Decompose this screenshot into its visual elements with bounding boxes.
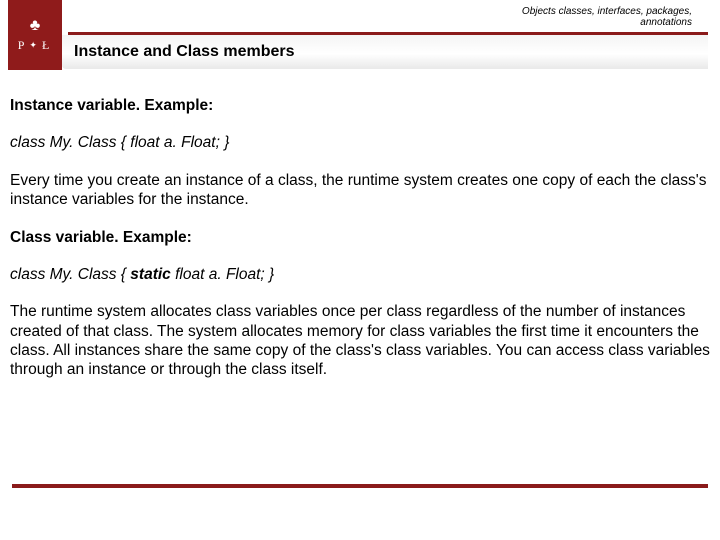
section2-heading: Class variable. Example:	[10, 228, 710, 247]
section2-code: class My. Class { static float a. Float;…	[10, 265, 710, 284]
breadcrumb-line2: annotations	[522, 17, 692, 28]
slide-header: Objects classes, interfaces, packages, a…	[0, 0, 720, 78]
section2-code-pre: class My. Class {	[10, 266, 130, 283]
title-bar: Instance and Class members	[62, 35, 708, 69]
section2-code-post: float a. Float; }	[171, 266, 274, 283]
logo-letters: P ✦ Ł	[18, 38, 53, 53]
section2-paragraph: The runtime system allocates class varia…	[10, 302, 710, 380]
breadcrumb: Objects classes, interfaces, packages, a…	[522, 6, 692, 28]
logo-letter-right: Ł	[42, 38, 52, 53]
footer-divider	[12, 484, 708, 488]
section1-heading: Instance variable. Example:	[10, 96, 710, 115]
slide-body: Instance variable. Example: class My. Cl…	[0, 78, 720, 408]
eagle-icon: ✦	[29, 40, 40, 51]
static-keyword: static	[130, 266, 171, 283]
flame-icon: ♣	[30, 18, 41, 34]
section1-code: class My. Class { float a. Float; }	[10, 133, 710, 152]
section1-paragraph: Every time you create an instance of a c…	[10, 171, 710, 210]
breadcrumb-line1: Objects classes, interfaces, packages,	[522, 6, 692, 17]
logo-letter-left: P	[18, 38, 28, 53]
university-logo: ♣ P ✦ Ł	[8, 0, 62, 70]
page-title: Instance and Class members	[74, 43, 295, 61]
